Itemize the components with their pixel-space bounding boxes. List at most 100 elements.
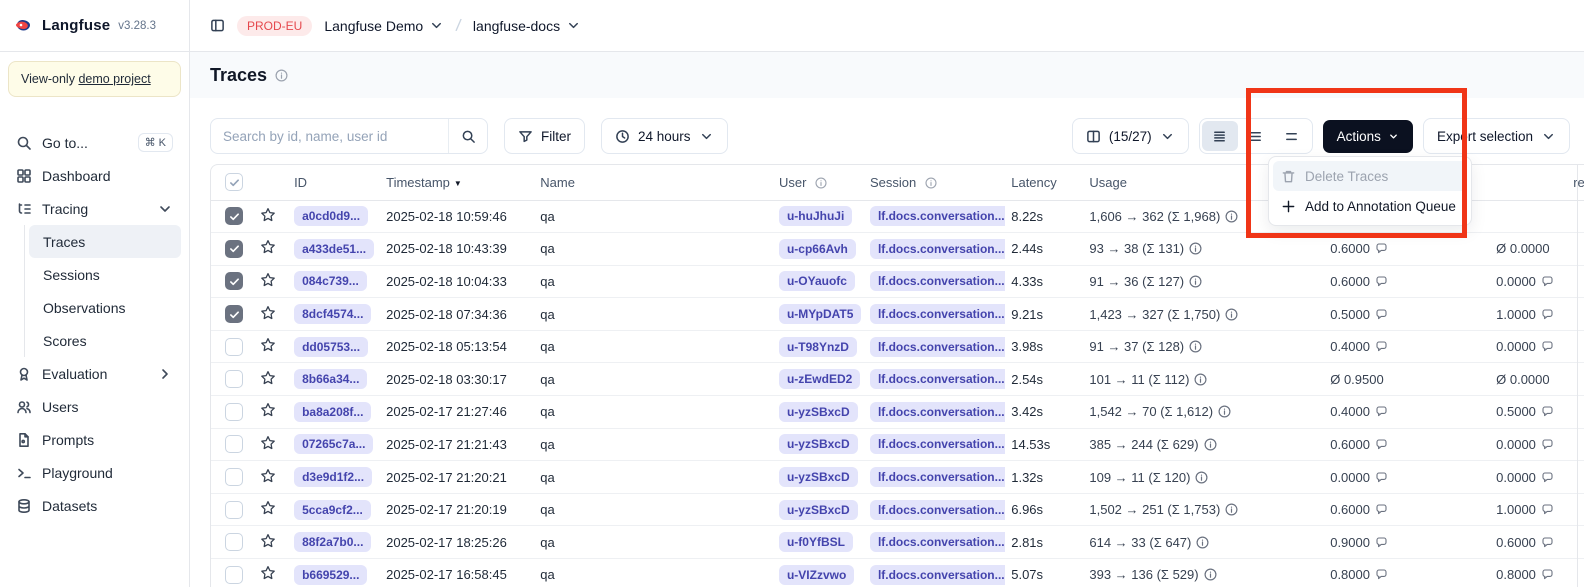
user-badge[interactable]: u-f0YfBSL bbox=[779, 532, 853, 552]
user-badge[interactable]: u-yzSBxcD bbox=[779, 467, 858, 487]
favorite-star-button[interactable] bbox=[260, 207, 276, 223]
favorite-star-button[interactable] bbox=[260, 272, 276, 288]
info-icon[interactable] bbox=[1225, 308, 1238, 321]
user-badge[interactable]: u-OYauofc bbox=[779, 271, 855, 291]
column-header-name[interactable]: Name bbox=[534, 165, 773, 200]
trace-id-badge[interactable]: b669529... bbox=[294, 565, 367, 585]
select-all-checkbox[interactable] bbox=[225, 173, 243, 191]
sidebar-item-prompts[interactable]: Prompts bbox=[8, 423, 181, 456]
favorite-star-button[interactable] bbox=[260, 533, 276, 549]
info-icon[interactable] bbox=[1218, 405, 1231, 418]
time-range-button[interactable]: 24 hours bbox=[601, 118, 728, 154]
column-header-relevance[interactable]: relevance (... bbox=[1567, 165, 1584, 200]
export-selection-button[interactable]: Export selection bbox=[1423, 118, 1570, 154]
menu-item-delete-traces[interactable]: Delete Traces bbox=[1273, 161, 1467, 191]
info-icon[interactable] bbox=[1204, 568, 1217, 581]
trace-id-badge[interactable]: 8b66a34... bbox=[294, 369, 367, 389]
trace-row[interactable]: 5cca9cf2...2025-02-17 21:20:19qau-yzSBxc… bbox=[211, 493, 1584, 526]
row-checkbox[interactable] bbox=[225, 566, 243, 584]
info-icon[interactable] bbox=[1195, 471, 1208, 484]
trace-row[interactable]: 88f2a7b0...2025-02-17 18:25:26qau-f0YfBS… bbox=[211, 526, 1584, 559]
trace-row[interactable]: 084c739...2025-02-18 10:04:33qau-OYauofc… bbox=[211, 265, 1584, 298]
trace-row[interactable]: a433de51...2025-02-18 10:43:39qau-cp66Av… bbox=[211, 233, 1584, 266]
row-checkbox[interactable] bbox=[225, 403, 243, 421]
trace-row[interactable]: 07265c7a...2025-02-17 21:21:43qau-yzSBxc… bbox=[211, 428, 1584, 461]
info-icon[interactable] bbox=[1189, 275, 1202, 288]
session-badge[interactable]: lf.docs.conversation... bbox=[870, 239, 1005, 259]
row-checkbox[interactable] bbox=[225, 435, 243, 453]
sidebar-toggle-icon[interactable] bbox=[210, 18, 225, 33]
user-badge[interactable]: u-yzSBxcD bbox=[779, 434, 858, 454]
session-badge[interactable]: lf.docs.conversation... bbox=[870, 532, 1005, 552]
sidebar-item-sessions[interactable]: Sessions bbox=[29, 258, 181, 291]
user-badge[interactable]: u-yzSBxcD bbox=[779, 500, 858, 520]
row-checkbox[interactable] bbox=[225, 370, 243, 388]
row-checkbox[interactable] bbox=[225, 207, 243, 225]
session-badge[interactable]: lf.docs.conversation... bbox=[870, 206, 1005, 226]
user-badge[interactable]: u-cp66Avh bbox=[779, 239, 856, 259]
project-switcher[interactable]: langfuse-docs bbox=[473, 18, 581, 34]
session-badge[interactable]: lf.docs.conversation... bbox=[870, 500, 1005, 520]
user-badge[interactable]: u-yzSBxcD bbox=[779, 402, 858, 422]
info-icon[interactable] bbox=[1194, 373, 1207, 386]
user-badge[interactable]: u-VIZzvwo bbox=[779, 565, 854, 585]
favorite-star-button[interactable] bbox=[260, 565, 276, 581]
trace-id-badge[interactable]: 8dcf4574... bbox=[294, 304, 371, 324]
row-checkbox[interactable] bbox=[225, 240, 243, 258]
trace-row[interactable]: dd05753...2025-02-18 05:13:54qau-T98YnzD… bbox=[211, 330, 1584, 363]
sidebar-item-scores[interactable]: Scores bbox=[29, 324, 181, 357]
favorite-star-button[interactable] bbox=[260, 337, 276, 353]
column-visibility-button[interactable]: (15/27) bbox=[1072, 118, 1189, 154]
row-height-medium-button[interactable] bbox=[1238, 121, 1274, 151]
trace-row[interactable]: b669529...2025-02-17 16:58:45qau-VIZzvwo… bbox=[211, 559, 1584, 587]
actions-button[interactable]: Actions bbox=[1323, 120, 1413, 153]
user-badge[interactable]: u-zEwdED2 bbox=[779, 369, 860, 389]
trace-id-badge[interactable]: a433de51... bbox=[294, 239, 374, 259]
trace-id-badge[interactable]: ba8a208f... bbox=[294, 402, 371, 422]
info-icon[interactable] bbox=[1204, 438, 1217, 451]
session-badge[interactable]: lf.docs.conversation... bbox=[870, 337, 1005, 357]
row-height-large-button[interactable] bbox=[1274, 121, 1310, 151]
trace-row[interactable]: 8b66a34...2025-02-18 03:30:17qau-zEwdED2… bbox=[211, 363, 1584, 396]
trace-id-badge[interactable]: a0cd0d9... bbox=[294, 206, 368, 226]
info-icon[interactable] bbox=[1225, 210, 1238, 223]
trace-row[interactable]: 8dcf4574...2025-02-18 07:34:36qau-MYpDAT… bbox=[211, 298, 1584, 331]
row-checkbox[interactable] bbox=[225, 338, 243, 356]
row-height-small-button[interactable] bbox=[1202, 121, 1238, 151]
favorite-star-button[interactable] bbox=[260, 305, 276, 321]
trace-id-badge[interactable]: 07265c7a... bbox=[294, 434, 373, 454]
trace-id-badge[interactable]: dd05753... bbox=[294, 337, 368, 357]
favorite-star-button[interactable] bbox=[260, 402, 276, 418]
sidebar-item-observations[interactable]: Observations bbox=[29, 291, 181, 324]
trace-row[interactable]: ba8a208f...2025-02-17 21:27:46qau-yzSBxc… bbox=[211, 396, 1584, 429]
trace-id-badge[interactable]: 5cca9cf2... bbox=[294, 500, 371, 520]
trace-id-badge[interactable]: 084c739... bbox=[294, 271, 367, 291]
info-icon[interactable] bbox=[1189, 340, 1202, 353]
favorite-star-button[interactable] bbox=[260, 468, 276, 484]
sidebar-item-traces[interactable]: Traces bbox=[29, 225, 181, 258]
demo-project-link[interactable]: demo project bbox=[78, 72, 150, 86]
row-checkbox[interactable] bbox=[225, 533, 243, 551]
favorite-star-button[interactable] bbox=[260, 239, 276, 255]
session-badge[interactable]: lf.docs.conversation... bbox=[870, 434, 1005, 454]
trace-id-badge[interactable]: 88f2a7b0... bbox=[294, 532, 371, 552]
column-header-score-b[interactable] bbox=[1490, 165, 1567, 200]
session-badge[interactable]: lf.docs.conversation... bbox=[870, 467, 1005, 487]
column-header-user[interactable]: User bbox=[773, 165, 864, 200]
info-icon[interactable] bbox=[1196, 536, 1209, 549]
sidebar-item-tracing[interactable]: Tracing bbox=[8, 192, 181, 225]
session-badge[interactable]: lf.docs.conversation... bbox=[870, 565, 1005, 585]
org-switcher[interactable]: Langfuse Demo bbox=[324, 18, 444, 34]
favorite-star-button[interactable] bbox=[260, 435, 276, 451]
user-badge[interactable]: u-huJhuJi bbox=[779, 206, 852, 226]
trace-row[interactable]: d3e9d1f2...2025-02-17 21:20:21qau-yzSBxc… bbox=[211, 461, 1584, 494]
trace-id-badge[interactable]: d3e9d1f2... bbox=[294, 467, 372, 487]
row-checkbox[interactable] bbox=[225, 468, 243, 486]
row-checkbox[interactable] bbox=[225, 501, 243, 519]
search-submit-button[interactable] bbox=[449, 119, 487, 153]
sidebar-item-evaluation[interactable]: Evaluation bbox=[8, 357, 181, 390]
column-header-timestamp[interactable]: Timestamp▼ bbox=[380, 165, 534, 200]
column-header-id[interactable]: ID bbox=[288, 165, 380, 200]
info-icon[interactable] bbox=[1225, 503, 1238, 516]
info-icon[interactable] bbox=[1189, 242, 1202, 255]
